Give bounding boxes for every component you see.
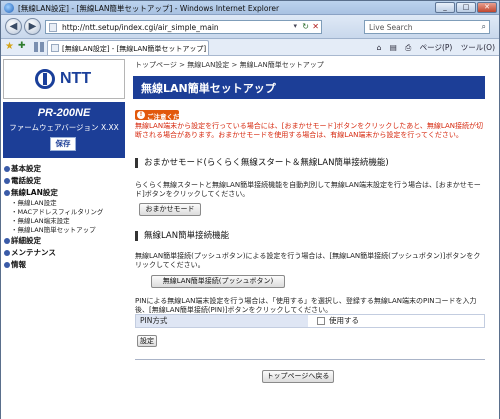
menu-label: 無線LAN設定 bbox=[11, 188, 58, 197]
refresh-icon[interactable]: ↻ bbox=[302, 22, 309, 31]
notice-text: 無線LAN端末から設定を行っている場合には、[おまかせモード]ボタンをクリックし… bbox=[135, 122, 484, 139]
bullet-icon bbox=[4, 250, 10, 256]
search-icon[interactable]: ⌕ bbox=[482, 22, 486, 32]
favorites-star-icon[interactable]: ★ bbox=[5, 41, 14, 52]
bullet-icon bbox=[4, 166, 10, 172]
minimize-button[interactable]: _ bbox=[435, 2, 455, 13]
bullet-icon bbox=[4, 262, 10, 268]
menu-item-advanced[interactable]: 詳細設定 bbox=[3, 235, 125, 247]
home-icon[interactable]: ⌂ bbox=[377, 43, 382, 52]
back-button[interactable]: ◀ bbox=[5, 18, 22, 35]
page-menu[interactable]: ページ(P) bbox=[420, 43, 453, 52]
tab-page-icon bbox=[51, 44, 59, 52]
pin-settings-table: PIN方式 使用する bbox=[135, 314, 485, 328]
ntt-logo-text: NTT bbox=[60, 70, 92, 87]
page-header: 無線LAN簡単セットアップ bbox=[133, 76, 485, 99]
ie-logo-icon bbox=[4, 3, 14, 13]
feeds-icon[interactable]: ▤ bbox=[390, 43, 397, 52]
url-field[interactable]: http://ntt.setup/index.cgi/air_simple_ma… bbox=[45, 20, 322, 34]
menu-label: 電話設定 bbox=[11, 176, 41, 185]
breadcrumb-current: 無線LAN簡単セットアップ bbox=[239, 61, 324, 69]
search-placeholder: Live Search bbox=[369, 23, 413, 32]
section-easy-connect-text: 無線LAN簡単接続(プッシュボタン)による設定を行う場合は、[無線LAN簡単接続… bbox=[135, 252, 481, 269]
tab-title: [無線LAN設定] - [無線LAN簡単セットアップ] bbox=[62, 45, 207, 53]
address-bar: ◀ ▶ http://ntt.setup/index.cgi/air_simpl… bbox=[1, 15, 499, 39]
logo-panel: NTT bbox=[3, 59, 125, 99]
breadcrumb: トップページ > 無線LAN設定 > 無線LAN簡単セットアップ bbox=[135, 61, 324, 69]
submenu-item-wlan-terminal[interactable]: ・無線LAN端末設定 bbox=[3, 217, 125, 226]
menu-item-basic[interactable]: 基本設定 bbox=[3, 163, 125, 175]
breadcrumb-top[interactable]: トップページ bbox=[135, 61, 177, 69]
menu-item-maintenance[interactable]: メンテナンス bbox=[3, 247, 125, 259]
ntt-logo-icon bbox=[35, 69, 55, 89]
tools-menu[interactable]: ツール(O) bbox=[461, 43, 495, 52]
add-favorites-icon[interactable]: ✚ bbox=[18, 41, 26, 51]
url-text: http://ntt.setup/index.cgi/air_simple_ma… bbox=[62, 23, 219, 32]
menu-label: メンテナンス bbox=[11, 248, 56, 257]
pin-instruction-text: PINによる無線LAN端末設定を行う場合は、「使用する」を選択し、登録する無線L… bbox=[135, 297, 477, 314]
content-divider bbox=[135, 359, 485, 360]
save-button[interactable]: 保存 bbox=[50, 137, 76, 151]
section-omakase-title: おまかせモード(らくらく無線スタート＆無線LAN簡単接続機能) bbox=[135, 158, 389, 168]
menu-item-phone[interactable]: 電話設定 bbox=[3, 175, 125, 187]
sidebar: NTT PR-200NE ファームウェアバージョン X.XX 保存 基本設定 電… bbox=[3, 57, 125, 419]
menu-item-info[interactable]: 情報 bbox=[3, 259, 125, 271]
quick-tabs-icon[interactable] bbox=[34, 42, 44, 52]
menu-label: 詳細設定 bbox=[11, 236, 41, 245]
warning-icon: ! bbox=[137, 111, 145, 119]
section-easy-connect-title: 無線LAN簡単接続機能 bbox=[135, 231, 229, 241]
submenu-item-easy-setup[interactable]: ・無線LAN簡単セットアップ bbox=[3, 226, 125, 235]
bullet-icon bbox=[4, 178, 10, 184]
product-name: PR-200NE bbox=[37, 107, 91, 119]
product-panel: PR-200NE ファームウェアバージョン X.XX 保存 bbox=[3, 102, 125, 158]
pin-method-label: PIN方式 bbox=[136, 315, 308, 327]
set-button[interactable]: 設定 bbox=[137, 335, 157, 347]
bullet-icon bbox=[4, 190, 10, 196]
forward-button[interactable]: ▶ bbox=[24, 18, 41, 35]
page-viewport: NTT PR-200NE ファームウェアバージョン X.XX 保存 基本設定 電… bbox=[1, 57, 499, 419]
push-button-connect-button[interactable]: 無線LAN簡単接続(プッシュボタン) bbox=[151, 275, 285, 288]
section-omakase-text: らくらく無線スタートと無線LAN簡単接続機能を自動判別して無線LAN端末設定を行… bbox=[135, 181, 481, 198]
tab-bar: ★ ✚ [無線LAN設定] - [無線LAN簡単セットアップ] ⌂ ▤ ⎙ ペー… bbox=[1, 39, 499, 56]
search-input[interactable]: Live Search ⌕ bbox=[364, 20, 490, 34]
maximize-button[interactable]: □ bbox=[456, 2, 476, 13]
close-button[interactable]: ✕ bbox=[477, 2, 497, 13]
menu-label: 基本設定 bbox=[11, 164, 41, 173]
browser-window: [無線LAN設定] - [無線LAN簡単セットアップ] - Windows In… bbox=[0, 0, 500, 419]
pin-use-checkbox[interactable] bbox=[317, 317, 325, 325]
tab-active[interactable]: [無線LAN設定] - [無線LAN簡単セットアップ] bbox=[47, 40, 209, 55]
stop-icon[interactable]: ✕ bbox=[312, 22, 319, 31]
notice-badge: ! ご注意ください bbox=[135, 110, 193, 121]
notice-badge-label: ご注意ください bbox=[147, 113, 193, 121]
command-bar: ⌂ ▤ ⎙ ページ(P) ツール(O) bbox=[371, 42, 495, 53]
omakase-mode-button[interactable]: おまかせモード bbox=[139, 203, 201, 216]
side-menu: 基本設定 電話設定 無線LAN設定 ・無線LAN設定 ・MACアドレスフィルタリ… bbox=[3, 163, 125, 271]
title-bar: [無線LAN設定] - [無線LAN簡単セットアップ] - Windows In… bbox=[1, 1, 499, 15]
submenu-item-mac-filter[interactable]: ・MACアドレスフィルタリング bbox=[3, 208, 125, 217]
breadcrumb-wlan[interactable]: 無線LAN設定 bbox=[187, 61, 229, 69]
firmware-version: ファームウェアバージョン X.XX bbox=[9, 123, 119, 132]
pin-method-cell: 使用する bbox=[309, 315, 484, 327]
bullet-icon bbox=[4, 238, 10, 244]
submenu-item-wlan-settings[interactable]: ・無線LAN設定 bbox=[3, 199, 125, 208]
print-icon[interactable]: ⎙ bbox=[405, 43, 411, 52]
back-to-top-button[interactable]: トップページへ戻る bbox=[262, 370, 334, 383]
page-title: 無線LAN簡単セットアップ bbox=[141, 82, 276, 95]
url-dropdown-icon[interactable]: ▾ bbox=[293, 22, 297, 30]
page-icon bbox=[49, 23, 57, 32]
window-title: [無線LAN設定] - [無線LAN簡単セットアップ] - Windows In… bbox=[18, 4, 280, 13]
menu-item-wlan[interactable]: 無線LAN設定 bbox=[3, 187, 125, 199]
pin-use-label[interactable]: 使用する bbox=[329, 315, 359, 327]
main-content: トップページ > 無線LAN設定 > 無線LAN簡単セットアップ 無線LAN簡単… bbox=[129, 57, 495, 419]
menu-label: 情報 bbox=[11, 260, 26, 269]
